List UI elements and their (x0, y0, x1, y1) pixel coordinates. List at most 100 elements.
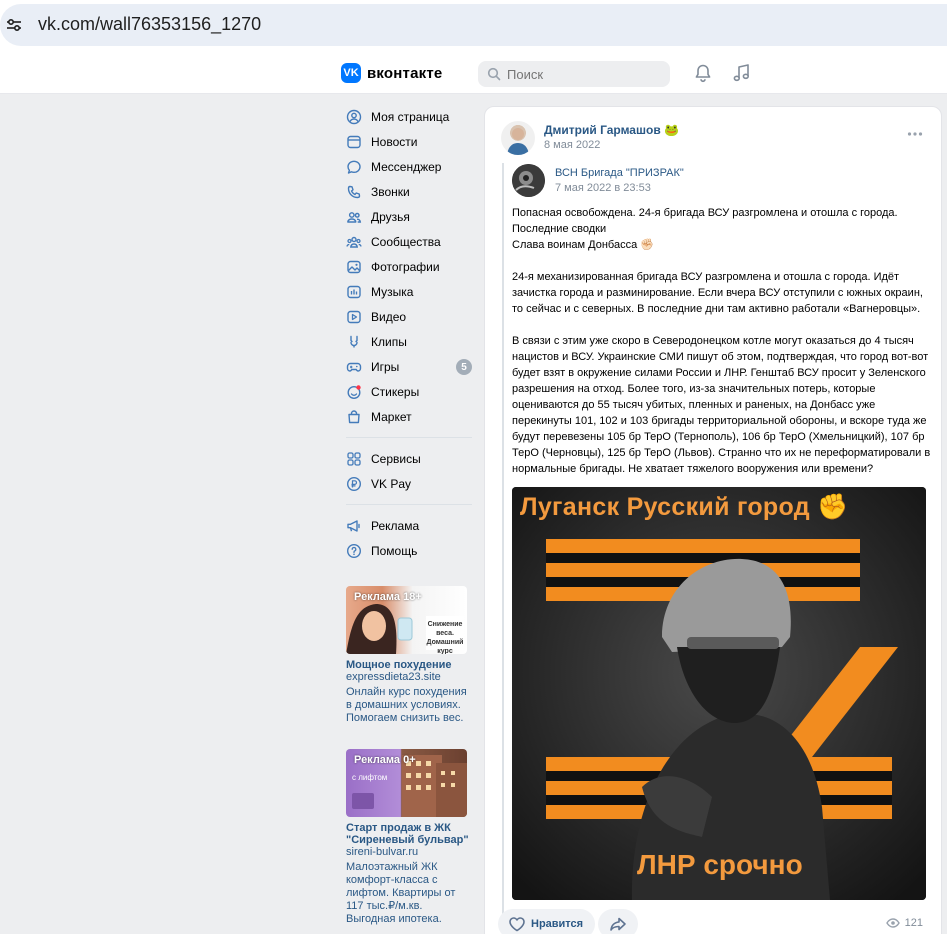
nav-item-vkpay[interactable]: VK Pay (340, 471, 480, 496)
nav-label: Моя страница (371, 109, 450, 124)
video-icon (346, 309, 362, 325)
left-nav: Моя страница Новости Мессенджер Звонки Д… (340, 104, 480, 563)
views-counter: 121 (885, 917, 923, 929)
post-paragraph: 24-я механизированная бригада ВСУ разгро… (512, 271, 923, 315)
nav-item-messenger[interactable]: Мессенджер (340, 154, 480, 179)
nav-label: Видео (371, 309, 407, 324)
vk-logo[interactable]: VK вконтакте (341, 63, 442, 83)
nav-label: Музыка (371, 284, 414, 299)
nav-item-ads[interactable]: Реклама (340, 513, 480, 538)
ad-title[interactable]: Старт продаж в ЖК "Сиреневый бульвар" (346, 822, 470, 846)
ad-age-label: Реклама 0+ (354, 754, 416, 766)
ad-image[interactable]: Реклама 0+ с лифтом (346, 749, 467, 817)
nav-item-clips[interactable]: Клипы (340, 329, 480, 354)
repost-date[interactable]: 7 мая 2022 в 23:53 (555, 182, 651, 194)
photo-icon (346, 259, 362, 275)
image-title-text: Луганск Русский город ✊ (520, 493, 849, 521)
nav-item-photos[interactable]: Фотографии (340, 254, 480, 279)
post-paragraph: Слава воинам Донбасса ✊🏻 (512, 239, 654, 251)
url-text[interactable]: vk.com/wall76353156_1270 (38, 14, 261, 35)
nav-divider (346, 437, 472, 438)
ad-block-realty[interactable]: Реклама 0+ с лифтом Старт продаж в ЖК "С… (346, 749, 470, 926)
eye-icon (885, 918, 900, 928)
nav-item-services[interactable]: Сервисы (340, 446, 480, 471)
image-bottom-text: ЛНР срочно (637, 849, 803, 880)
ad-image-caption: с лифтом (352, 773, 388, 782)
ad-domain[interactable]: expressdieta23.site (346, 671, 470, 684)
nav-divider (346, 504, 472, 505)
vk-header: VK вконтакте (0, 52, 947, 94)
ad-description[interactable]: Онлайн курс похудения в домашних условия… (346, 686, 470, 725)
nav-item-communities[interactable]: Сообщества (340, 229, 480, 254)
nav-label: Реклама (371, 518, 420, 533)
ad-domain[interactable]: sireni-bulvar.ru (346, 846, 470, 859)
search-icon (487, 67, 501, 81)
nav-label: Клипы (371, 334, 407, 349)
nav-label: Новости (371, 134, 418, 149)
post-paragraph: В связи с этим уже скоро в Северодонецко… (512, 335, 931, 475)
post-image[interactable]: Луганск Русский город ✊ ЛНР срочно (512, 487, 926, 900)
ad-image[interactable]: Реклама 18+ Снижение веса. Домашний курс (346, 586, 467, 654)
nav-label: Друзья (371, 209, 410, 224)
stickers-icon (346, 384, 362, 400)
like-label: Нравится (531, 918, 584, 930)
communities-icon (346, 234, 362, 250)
ad-block-diet[interactable]: Реклама 18+ Снижение веса. Домашний курс… (346, 586, 470, 725)
music-icon[interactable] (730, 62, 752, 84)
news-icon (346, 134, 362, 150)
ad-description[interactable]: Малоэтажный ЖК комфорт-класса с лифтом. … (346, 861, 470, 926)
vk-logo-text: вконтакте (367, 64, 443, 82)
site-info-icon[interactable] (0, 4, 28, 46)
search-box[interactable] (478, 61, 670, 87)
ad-image-caption: Снижение веса. Домашний курс (426, 621, 464, 654)
friends-icon (346, 209, 362, 225)
post-paragraph: Последние сводки (512, 223, 607, 235)
bell-icon[interactable] (692, 62, 714, 84)
nav-item-video[interactable]: Видео (340, 304, 480, 329)
nav-label: Звонки (371, 184, 410, 199)
grid-icon (346, 451, 362, 467)
post-text: Попасная освобождена. 24-я бригада ВСУ р… (512, 205, 932, 477)
nav-label: Стикеры (371, 384, 420, 399)
nav-item-friends[interactable]: Друзья (340, 204, 480, 229)
vk-logo-mark-icon: VK (341, 63, 361, 83)
message-icon (346, 159, 362, 175)
bag-icon (346, 409, 362, 425)
ruble-icon (346, 476, 362, 492)
nav-item-calls[interactable]: Звонки (340, 179, 480, 204)
author-avatar[interactable] (501, 121, 535, 155)
like-button[interactable]: Нравится (498, 909, 596, 934)
nav-label: Игры (371, 359, 400, 374)
nav-item-my-page[interactable]: Моя страница (340, 104, 480, 129)
share-icon (610, 917, 626, 931)
post-author-name[interactable]: Дмитрий Гармашов 🐸 (544, 123, 679, 137)
repost-indicator (502, 163, 504, 933)
nav-item-market[interactable]: Маркет (340, 404, 480, 429)
heart-icon (509, 917, 525, 932)
search-input[interactable] (507, 66, 657, 82)
ad-title[interactable]: Мощное похудение (346, 659, 470, 671)
nav-label: Сервисы (371, 451, 421, 466)
phone-icon (346, 184, 362, 200)
games-count-badge: 5 (456, 359, 472, 375)
nav-label: Помощь (371, 543, 418, 558)
nav-item-news[interactable]: Новости (340, 129, 480, 154)
music-icon (346, 284, 362, 300)
share-button[interactable] (598, 909, 638, 934)
nav-label: Сообщества (371, 234, 441, 249)
nav-label: VK Pay (371, 476, 412, 491)
nav-item-help[interactable]: Помощь (340, 538, 480, 563)
nav-item-stickers[interactable]: Стикеры (340, 379, 480, 404)
help-icon (346, 543, 362, 559)
clips-icon (346, 334, 362, 350)
nav-item-games[interactable]: Игры 5 (340, 354, 480, 379)
nav-label: Маркет (371, 409, 412, 424)
source-avatar[interactable] (512, 164, 545, 197)
nav-item-music[interactable]: Музыка (340, 279, 480, 304)
repost-source-name[interactable]: ВСН Бригада "ПРИЗРАК" (555, 167, 684, 179)
post-date[interactable]: 8 мая 2022 (544, 139, 600, 151)
more-options-icon[interactable] (907, 131, 923, 137)
browser-address-bar: vk.com/wall76353156_1270 (0, 0, 947, 52)
